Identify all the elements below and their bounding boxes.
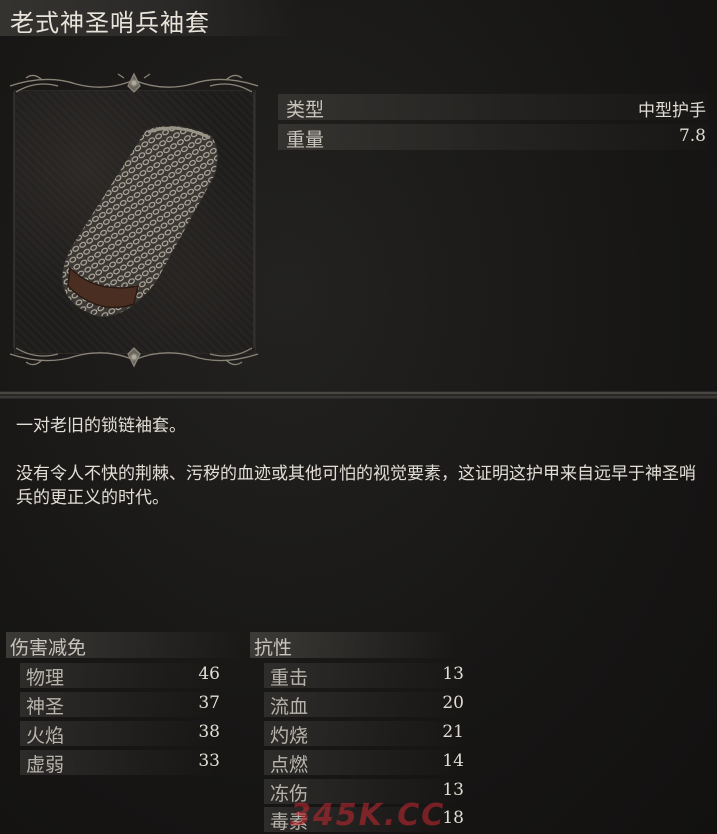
resistance-value: 14 xyxy=(442,751,464,771)
resistance-header: 抗性 xyxy=(250,632,456,659)
resistance-value: 13 xyxy=(442,664,464,684)
damage-value: 33 xyxy=(198,751,220,771)
damage-label: 物理 xyxy=(26,667,65,689)
item-stats: 类型 中型护手 重量 7.8 xyxy=(278,92,708,152)
damage-value: 46 xyxy=(198,664,220,684)
damage-row: 火焰 38 xyxy=(20,719,220,748)
chainmail-gauntlet-icon xyxy=(61,125,219,318)
stat-row-type: 类型 中型护手 xyxy=(278,92,708,122)
section-title: 抗性 xyxy=(254,637,293,659)
item-description: 一对老旧的锁链袖套。 没有令人不快的荆棘、污秽的血迹或其他可怕的视觉要素，这证明… xyxy=(16,414,706,534)
section-divider xyxy=(0,391,717,399)
damage-negation-header: 伤害减免 xyxy=(6,632,242,659)
description-line: 没有令人不快的荆棘、污秽的血迹或其他可怕的视觉要素，这证明这护甲来自远早于神圣哨… xyxy=(16,464,696,508)
stat-value: 中型护手 xyxy=(638,101,706,121)
stat-value: 7.8 xyxy=(678,126,706,146)
stat-row-weight: 重量 7.8 xyxy=(278,122,708,152)
damage-row: 物理 46 xyxy=(20,661,220,690)
resistance-label: 灼烧 xyxy=(270,725,309,747)
resistance-row: 点燃 14 xyxy=(264,748,464,777)
resistance-label: 流血 xyxy=(270,696,309,718)
resistance-value: 18 xyxy=(442,808,464,828)
resistance-label: 重击 xyxy=(270,667,309,689)
description-line: 一对老旧的锁链袖套。 xyxy=(16,416,186,436)
resistance-value: 13 xyxy=(442,780,464,800)
damage-label: 神圣 xyxy=(26,696,65,718)
watermark: 345K.CC xyxy=(290,798,446,833)
damage-value: 37 xyxy=(198,693,220,713)
resistance-label: 点燃 xyxy=(270,754,309,776)
damage-label: 虚弱 xyxy=(26,754,65,776)
stat-label: 类型 xyxy=(286,99,325,121)
damage-row: 虚弱 33 xyxy=(20,748,220,777)
resistance-row: 灼烧 21 xyxy=(264,719,464,748)
resistance-row: 重击 13 xyxy=(264,661,464,690)
item-title: 老式神圣哨兵袖套 xyxy=(10,9,210,37)
damage-label: 火焰 xyxy=(26,725,65,747)
damage-value: 38 xyxy=(198,722,220,742)
resistance-row: 流血 20 xyxy=(264,690,464,719)
item-image-frame xyxy=(6,72,262,368)
damage-row: 神圣 37 xyxy=(20,690,220,719)
stat-label: 重量 xyxy=(286,129,325,151)
resistance-value: 21 xyxy=(442,722,464,742)
resistance-value: 20 xyxy=(442,693,464,713)
ornate-frame-icon xyxy=(9,72,259,368)
section-title: 伤害减免 xyxy=(10,637,87,659)
